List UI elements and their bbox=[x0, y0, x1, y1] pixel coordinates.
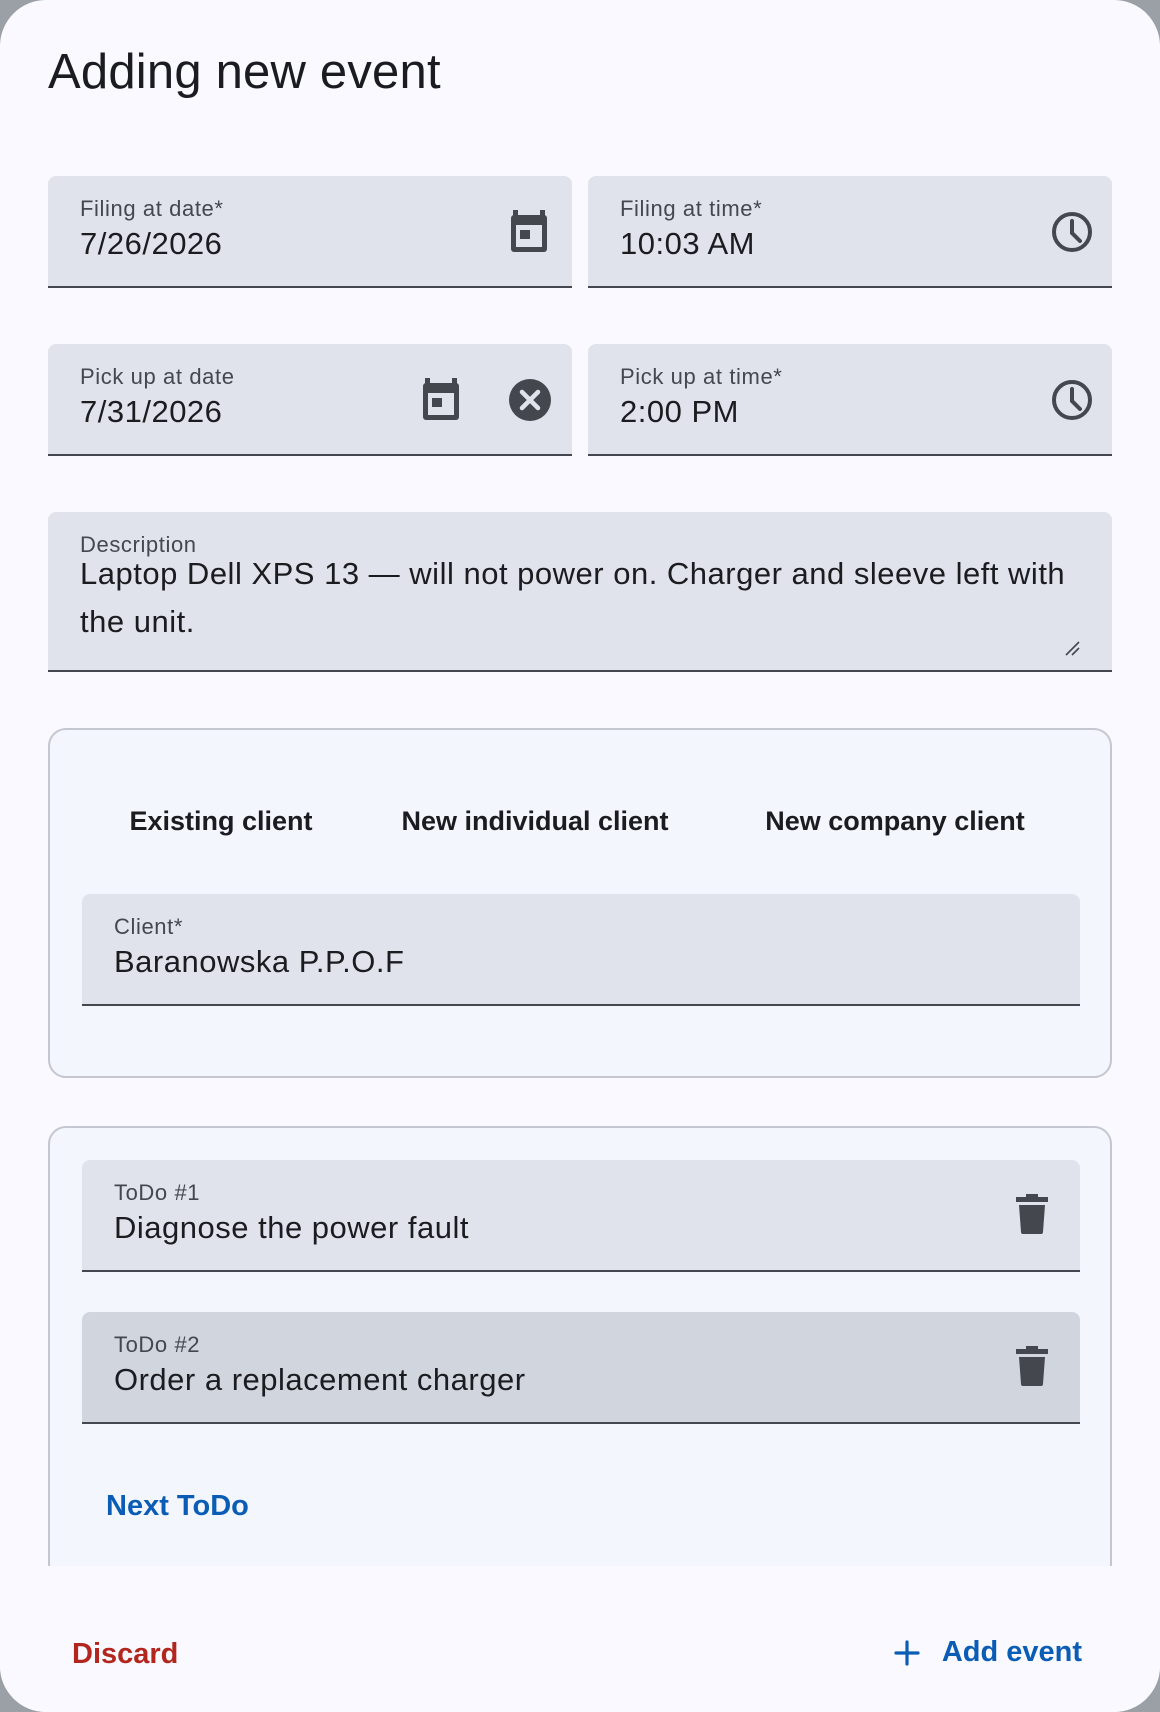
pickup-time-field[interactable]: Pick up at time* 2:00 PM bbox=[588, 344, 1112, 456]
dialog-title: Adding new event bbox=[48, 45, 441, 99]
calendar-icon[interactable] bbox=[508, 208, 550, 254]
filing-time-label: Filing at time* bbox=[620, 196, 763, 221]
client-card: Existing client New individual client Ne… bbox=[48, 728, 1112, 1078]
todo-item-1[interactable]: ToDo #1 Diagnose the power fault bbox=[82, 1160, 1080, 1272]
tab-existing-client[interactable]: Existing client bbox=[82, 756, 360, 886]
description-value: Laptop Dell XPS 13 — will not power on. … bbox=[80, 556, 1066, 639]
add-event-button[interactable]: Add event bbox=[894, 1636, 1082, 1669]
clear-date-icon[interactable] bbox=[508, 378, 552, 422]
pickup-date-value: 7/31/2026 bbox=[80, 394, 223, 429]
client-label: Client* bbox=[114, 914, 184, 939]
pickup-date-label: Pick up at date bbox=[80, 364, 235, 389]
plus-icon bbox=[894, 1639, 920, 1666]
add-event-dialog: Adding new event Filing at date* 7/26/20… bbox=[0, 0, 1160, 1712]
discard-button[interactable]: Discard bbox=[72, 1638, 178, 1671]
filing-date-value: 7/26/2026 bbox=[80, 226, 223, 261]
dialog-footer: Discard Add event bbox=[0, 1566, 1160, 1712]
pickup-date-field[interactable]: Pick up at date 7/31/2026 bbox=[48, 344, 572, 456]
resize-handle-icon[interactable] bbox=[1062, 638, 1082, 658]
todo-item-2[interactable]: ToDo #2 Order a replacement charger bbox=[82, 1312, 1080, 1424]
clock-icon[interactable] bbox=[1050, 210, 1094, 254]
tab-new-individual-client[interactable]: New individual client bbox=[360, 756, 710, 886]
todo-label: ToDo #2 bbox=[114, 1332, 201, 1357]
tab-new-company-client[interactable]: New company client bbox=[710, 756, 1080, 886]
filing-date-label: Filing at date* bbox=[80, 196, 224, 221]
todo-label: ToDo #1 bbox=[114, 1180, 201, 1205]
pickup-time-value: 2:00 PM bbox=[620, 394, 739, 429]
client-value: Baranowska P.P.O.F bbox=[114, 944, 405, 979]
next-todo-button[interactable]: Next ToDo bbox=[106, 1490, 249, 1523]
client-field[interactable]: Client* Baranowska P.P.O.F bbox=[82, 894, 1080, 1006]
filing-date-field[interactable]: Filing at date* 7/26/2026 bbox=[48, 176, 572, 288]
filing-time-field[interactable]: Filing at time* 10:03 AM bbox=[588, 176, 1112, 288]
todo-value: Order a replacement charger bbox=[114, 1362, 526, 1397]
delete-icon[interactable] bbox=[1016, 1194, 1048, 1234]
description-field[interactable]: Description Laptop Dell XPS 13 — will no… bbox=[48, 512, 1112, 672]
calendar-icon[interactable] bbox=[420, 376, 462, 422]
clock-icon[interactable] bbox=[1050, 378, 1094, 422]
filing-time-value: 10:03 AM bbox=[620, 226, 755, 261]
pickup-time-label: Pick up at time* bbox=[620, 364, 783, 389]
add-event-label: Add event bbox=[941, 1636, 1082, 1668]
todo-value: Diagnose the power fault bbox=[114, 1210, 469, 1245]
delete-icon[interactable] bbox=[1016, 1346, 1048, 1386]
